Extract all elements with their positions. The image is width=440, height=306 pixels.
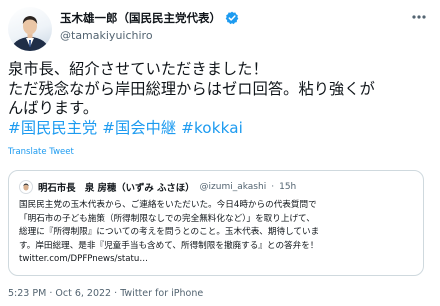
- quoted-author-handle[interactable]: @izumi_akashi: [200, 182, 267, 192]
- hashtag-list: #国民民主党 #国会中継 #kokkai: [8, 119, 430, 139]
- author-display-name[interactable]: 玉木雄一郎（国民民主党代表）: [60, 10, 221, 26]
- meta-separator: ·: [49, 288, 53, 299]
- tweet-text-line: 泉市長、紹介させていただきました！: [8, 60, 268, 78]
- author-avatar[interactable]: [8, 7, 52, 51]
- more-options-icon[interactable]: [410, 10, 428, 24]
- quoted-text-line: 「明石市の子ども施策（所得制限なしでの完全無料化など）」を取り上げて、: [19, 213, 315, 224]
- quoted-tweet-header: 明石市長 泉 房穂（いずみ ふさほ） @izumi_akashi · 15h: [19, 180, 296, 194]
- quoted-author-display-name[interactable]: 明石市長 泉 房穂（いずみ ふさほ）: [38, 180, 195, 194]
- tweet-text-line: んばります。: [8, 99, 99, 117]
- tweet-time[interactable]: 5:23 PM: [8, 288, 46, 299]
- tweet-text: 泉市長、紹介させていただきました！ ただ残念ながら岸田総理からはゼロ回答。粘り強…: [8, 60, 430, 138]
- author-info: 玉木雄一郎（国民民主党代表） @tamakiyuichiro: [60, 9, 239, 42]
- tweet-date[interactable]: Oct 6, 2022: [55, 288, 111, 299]
- verified-badge-icon: [225, 11, 239, 25]
- quoted-separator: ·: [271, 182, 275, 192]
- meta-separator: ·: [114, 288, 118, 299]
- author-handle[interactable]: @tamakiyuichiro: [60, 29, 239, 42]
- quoted-text-line: 総理に『所得制限』についての考えを問うとのこと。玉木代表、期待していま: [19, 227, 320, 238]
- hashtag-link[interactable]: #国会中継: [102, 119, 176, 137]
- quoted-tweet-text: 国民民主党の玉木代表から、ご連絡をいただいた。今日4時からの代表質問で 「明石市…: [19, 199, 417, 267]
- tweet-text-line: ただ残念ながら岸田総理からはゼロ回答。粘り強くが: [8, 79, 375, 98]
- quoted-time[interactable]: 15h: [279, 182, 296, 192]
- tweet-card: 玉木雄一郎（国民民主党代表） @tamakiyuichiro 泉市長、紹介させて…: [0, 0, 440, 306]
- translate-tweet-link[interactable]: Translate Tweet: [8, 147, 74, 157]
- quoted-link[interactable]: twitter.com/DPFPnews/statu…: [19, 253, 417, 267]
- hashtag-link[interactable]: #kokkai: [181, 119, 243, 137]
- quoted-text-line: す。岸田総理、是非『児童手当も含めて、所得制限を撤廃する』との答弁を！: [19, 240, 319, 251]
- quoted-tweet[interactable]: 明石市長 泉 房穂（いずみ ふさほ） @izumi_akashi · 15h 国…: [8, 170, 424, 276]
- hashtag-link[interactable]: #国民民主党: [8, 119, 97, 137]
- tweet-source[interactable]: Twitter for iPhone: [120, 288, 203, 299]
- tweet-metadata: 5:23 PM · Oct 6, 2022 · Twitter for iPho…: [8, 288, 203, 299]
- quoted-author-avatar[interactable]: [19, 180, 33, 194]
- quoted-text-line: 国民民主党の玉木代表から、ご連絡をいただいた。今日4時からの代表質問で: [19, 200, 317, 210]
